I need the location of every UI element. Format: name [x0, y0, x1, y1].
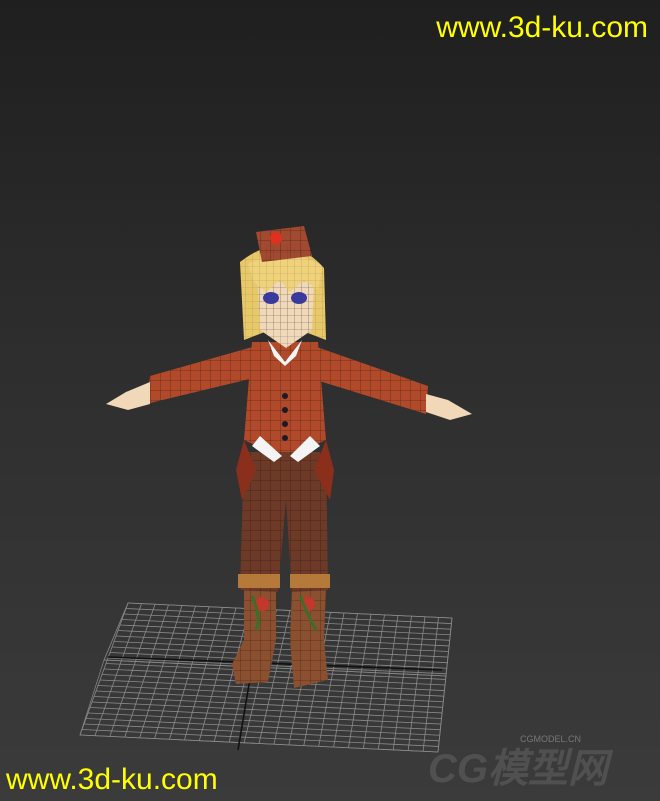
3d-viewport[interactable]: www.3d-ku.com CGMODEL.CN CG模型网 www.3d-ku…: [0, 0, 660, 801]
watermark-bottom: www.3d-ku.com: [6, 763, 218, 796]
logo-url-text: CGMODEL.CN: [520, 734, 581, 744]
cgmodel-logo: CGMODEL.CN CG模型网: [428, 734, 614, 791]
logo-text: CG模型网: [428, 747, 614, 791]
